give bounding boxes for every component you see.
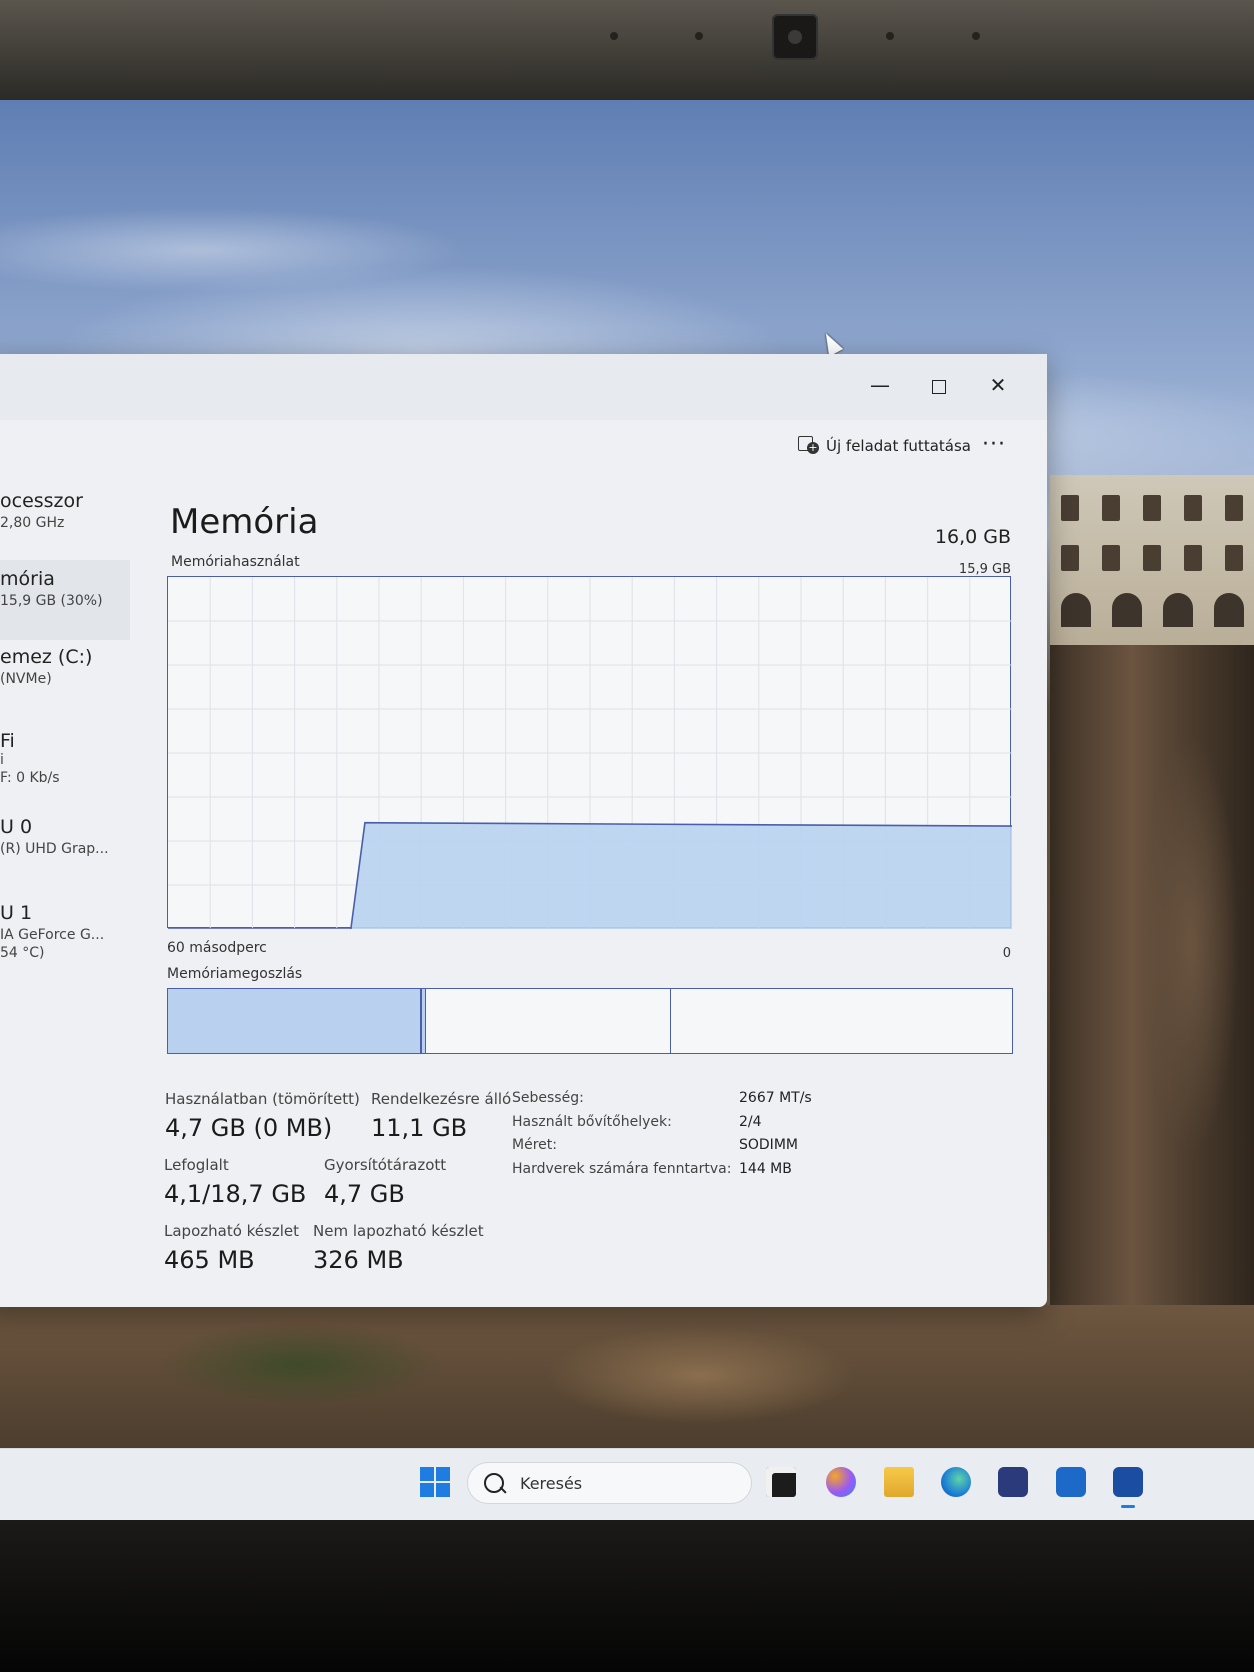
sidebar-item-gpu-1[interactable]: U 1 IA GeForce G... 54 °C) bbox=[0, 902, 130, 974]
taskbar-search-box[interactable]: Keresés bbox=[468, 1463, 751, 1503]
close-button[interactable]: ✕ bbox=[978, 370, 1018, 400]
task-manager-icon[interactable] bbox=[1113, 1467, 1143, 1508]
maximize-button[interactable] bbox=[919, 370, 959, 400]
stat-paged-pool: Lapozható készlet 465 MB bbox=[164, 1222, 299, 1274]
memory-usage-chart bbox=[167, 576, 1012, 929]
stat-value: 326 MB bbox=[313, 1246, 404, 1274]
stat-cached: Gyorsítótárazott 4,7 GB bbox=[324, 1156, 446, 1208]
bezel-sensor bbox=[610, 32, 618, 40]
page-title: Memória bbox=[170, 502, 319, 542]
stat-label: Nem lapozható készlet bbox=[313, 1222, 484, 1240]
more-options-button[interactable]: ··· bbox=[982, 432, 1006, 457]
task-view-icon[interactable] bbox=[766, 1467, 796, 1497]
sidebar-item-subtitle: (NVMe) bbox=[0, 671, 52, 687]
run-new-task-label: Új feladat futtatása bbox=[826, 437, 971, 455]
copilot-icon[interactable] bbox=[826, 1467, 856, 1497]
memory-composition-bar bbox=[167, 988, 1013, 1054]
chart-axis-left-label: 60 másodperc bbox=[167, 940, 267, 956]
stat-value: 4,7 GB bbox=[324, 1180, 405, 1208]
stat-value: 11,1 GB bbox=[371, 1114, 468, 1142]
sidebar-item-memory[interactable]: mória 15,9 GB (30%) bbox=[0, 560, 130, 640]
info-row: Hardverek számára fenntartva: 144 MB bbox=[512, 1161, 812, 1185]
sidebar-item-title: emez (C:) bbox=[0, 646, 93, 668]
memory-info-table: Sebesség: 2667 MT/s Használt bővítőhelye… bbox=[512, 1090, 812, 1184]
info-key: Sebesség: bbox=[512, 1090, 584, 1106]
info-row: Méret: SODIMM bbox=[512, 1137, 812, 1161]
stat-value: 465 MB bbox=[164, 1246, 255, 1274]
memory-usage-plot bbox=[168, 577, 1012, 929]
stat-label: Használatban (tömörített) bbox=[165, 1090, 360, 1108]
store-icon[interactable] bbox=[998, 1467, 1028, 1497]
info-key: Használt bővítőhelyek: bbox=[512, 1113, 672, 1130]
sidebar-item-gpu-0[interactable]: U 0 (R) UHD Grap... bbox=[0, 816, 130, 878]
sidebar-item-wifi[interactable]: Fi i F: 0 Kb/s bbox=[0, 730, 130, 802]
maximize-icon bbox=[932, 379, 946, 394]
memory-usage-label: Memóriahasználat bbox=[171, 554, 300, 570]
total-memory: 16,0 GB bbox=[934, 526, 1011, 548]
stat-label: Rendelkezésre álló bbox=[371, 1090, 512, 1108]
stat-available: Rendelkezésre álló 11,1 GB bbox=[371, 1090, 511, 1142]
wallpaper-cliff bbox=[1050, 645, 1254, 1345]
info-row: Sebesség: 2667 MT/s bbox=[512, 1090, 812, 1114]
sidebar-item-title: U 0 bbox=[0, 816, 33, 838]
search-icon bbox=[484, 1473, 504, 1493]
sidebar-item-subtitle: 15,9 GB (30%) bbox=[0, 593, 103, 609]
stat-non-paged-pool: Nem lapozható készlet 326 MB bbox=[313, 1222, 484, 1274]
sidebar-item-subtitle: i bbox=[0, 752, 4, 768]
info-value: 144 MB bbox=[739, 1160, 792, 1177]
info-row: Használt bővítőhelyek: 2/4 bbox=[512, 1114, 812, 1138]
sidebar-item-subtitle: F: 0 Kb/s bbox=[0, 770, 60, 786]
laptop-bezel-top bbox=[0, 0, 1254, 100]
sidebar-item-cpu[interactable]: ocesszor 2,80 GHz bbox=[0, 490, 130, 552]
laptop-bezel-bottom bbox=[0, 1520, 1254, 1672]
edge-icon[interactable] bbox=[941, 1467, 971, 1497]
toolbar: Új feladat futtatása ··· bbox=[0, 420, 1047, 480]
stat-committed: Lefoglalt 4,1/18,7 GB bbox=[164, 1156, 306, 1208]
search-placeholder: Keresés bbox=[520, 1473, 583, 1493]
bezel-sensor bbox=[886, 32, 894, 40]
stat-label: Lefoglalt bbox=[164, 1156, 229, 1174]
sidebar-item-subtitle: 2,80 GHz bbox=[0, 515, 65, 531]
stat-in-use: Használatban (tömörített) 4,7 GB (0 MB) bbox=[165, 1090, 360, 1142]
title-bar[interactable]: — ✕ bbox=[0, 354, 1047, 420]
composition-standby-segment bbox=[426, 989, 672, 1053]
performance-sidebar: ocesszor 2,80 GHz mória 15,9 GB (30%) em… bbox=[0, 490, 130, 1290]
task-manager-window: — ✕ Új feladat futtatása ··· ocesszor 2,… bbox=[0, 354, 1047, 1307]
stat-label: Gyorsítótárazott bbox=[324, 1156, 447, 1174]
taskbar: Keresés bbox=[0, 1448, 1254, 1521]
info-key: Hardverek számára fenntartva: bbox=[512, 1160, 732, 1177]
sidebar-item-title: mória bbox=[0, 568, 55, 590]
stat-value: 4,1/18,7 GB bbox=[164, 1180, 307, 1208]
file-explorer-icon[interactable] bbox=[884, 1467, 914, 1497]
outlook-icon[interactable] bbox=[1056, 1467, 1086, 1497]
sidebar-item-subtitle: 54 °C) bbox=[0, 945, 45, 961]
stat-label: Lapozható készlet bbox=[164, 1222, 299, 1240]
info-value: 2/4 bbox=[739, 1113, 762, 1130]
info-value: SODIMM bbox=[739, 1137, 798, 1153]
new-task-icon bbox=[798, 436, 819, 456]
sidebar-item-disk[interactable]: emez (C:) (NVMe) bbox=[0, 646, 130, 708]
composition-in-use-segment bbox=[168, 989, 422, 1053]
minimize-button[interactable]: — bbox=[860, 370, 900, 400]
memory-max-label: 15,9 GB bbox=[958, 562, 1011, 577]
sidebar-item-subtitle: IA GeForce G... bbox=[0, 927, 105, 943]
run-new-task-button[interactable]: Új feladat futtatása bbox=[798, 436, 971, 456]
sidebar-item-title: ocesszor bbox=[0, 490, 83, 512]
stat-value: 4,7 GB (0 MB) bbox=[165, 1114, 333, 1142]
memory-composition-label: Memóriamegoszlás bbox=[167, 966, 303, 982]
wallpaper-building bbox=[1050, 475, 1254, 645]
info-value: 2667 MT/s bbox=[739, 1090, 812, 1106]
sidebar-item-subtitle: (R) UHD Grap... bbox=[0, 841, 109, 857]
webcam bbox=[772, 14, 818, 60]
sidebar-item-title: U 1 bbox=[0, 902, 33, 924]
bezel-sensor bbox=[972, 32, 980, 40]
sidebar-item-title: Fi bbox=[0, 730, 15, 752]
bezel-sensor bbox=[695, 32, 703, 40]
start-icon[interactable] bbox=[420, 1467, 450, 1497]
chart-axis-right-label: 0 bbox=[1002, 946, 1011, 961]
info-key: Méret: bbox=[512, 1137, 557, 1153]
wallpaper-rocks bbox=[0, 1305, 1254, 1450]
